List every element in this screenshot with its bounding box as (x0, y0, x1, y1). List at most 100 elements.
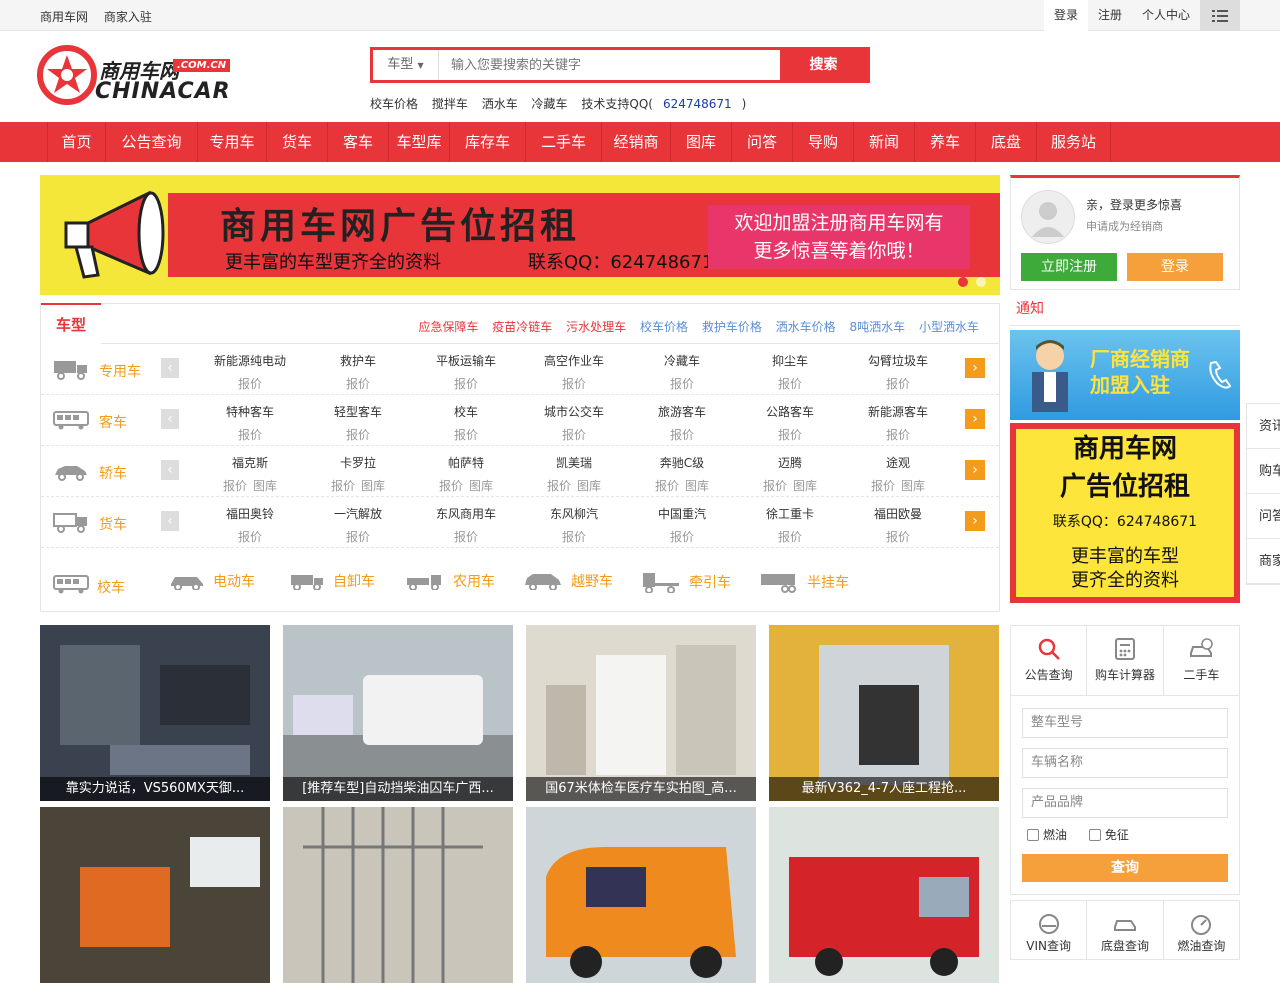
category-item[interactable]: 中国重汽 报价 (628, 497, 736, 548)
category-suv[interactable]: 越野车 (523, 571, 613, 591)
photo-card[interactable]: [推荐车型]自动挡柴油囚车广西... (283, 625, 513, 801)
category-item[interactable]: 城市公交车 报价 (520, 395, 628, 446)
hotword[interactable]: 搅拌车 (432, 97, 468, 111)
nav-item-announcement[interactable]: 公告查询 (105, 122, 197, 162)
quick-link[interactable]: 小型洒水车 (919, 320, 979, 334)
category-item[interactable]: 帕萨特 报价 图库 (412, 446, 520, 497)
category-item-link[interactable]: 报价 (547, 479, 571, 493)
menu-icon[interactable] (1200, 0, 1240, 31)
category-item[interactable]: 凯美瑞 报价 图库 (520, 446, 628, 497)
category-item-name[interactable]: 迈腾 (736, 454, 844, 471)
category-item[interactable]: 卡罗拉 报价 图库 (304, 446, 412, 497)
category-item-link[interactable]: 报价 (223, 479, 247, 493)
category-item[interactable]: 抑尘车 报价 (736, 344, 844, 395)
category-item[interactable]: 福田欧曼 报价 (844, 497, 952, 548)
category-item-name[interactable]: 徐工重卡 (736, 505, 844, 522)
category-item[interactable]: 冷藏车 报价 (628, 344, 736, 395)
brand-field[interactable]: 产品品牌 (1022, 788, 1228, 818)
category-item[interactable]: 新能源客车 报价 (844, 395, 952, 446)
category-item-name[interactable]: 旅游客车 (628, 403, 736, 420)
category-item-link[interactable]: 报价 (886, 530, 910, 544)
category-item-name[interactable]: 城市公交车 (520, 403, 628, 420)
category-item-name[interactable]: 卡罗拉 (304, 454, 412, 471)
hotword[interactable]: 校车价格 (370, 97, 418, 111)
category-item-link[interactable]: 报价 (778, 428, 802, 442)
category-item-link[interactable]: 报价 (346, 428, 370, 442)
category-item-name[interactable]: 东风柳汽 (520, 505, 628, 522)
category-item-link[interactable]: 报价 (238, 428, 262, 442)
nav-item-qa[interactable]: 问答 (731, 122, 792, 162)
category-item-link[interactable]: 报价 (454, 377, 478, 391)
category-item-name[interactable]: 高空作业车 (520, 352, 628, 369)
category-item-link[interactable]: 报价 (670, 428, 694, 442)
category-item[interactable]: 东风商用车 报价 (412, 497, 520, 548)
nav-item-chassis[interactable]: 底盘 (975, 122, 1036, 162)
category-item-link[interactable]: 报价 (886, 428, 910, 442)
personal-center-link[interactable]: 个人中心 (1132, 0, 1200, 31)
category-item-link[interactable]: 报价 (763, 479, 787, 493)
side-item-news[interactable]: 资讯 (1247, 404, 1280, 449)
ad-banner[interactable]: 商用车网广告位招租 更丰富的车型更齐全的资料 联系QQ：624748671 欢迎… (40, 175, 1000, 295)
category-item-link[interactable]: 报价 (454, 428, 478, 442)
prev-arrow-icon[interactable]: ‹ (161, 358, 179, 378)
category-item-name[interactable]: 途观 (844, 454, 952, 471)
exempt-checkbox[interactable]: 免征 (1088, 828, 1129, 842)
category-item[interactable]: 福克斯报价 图库 (196, 446, 304, 497)
category-item-name[interactable]: 奔驰C级 (628, 454, 736, 471)
topbar-link-merchant[interactable]: 商家入驻 (104, 10, 152, 24)
fuel-query[interactable]: 燃油查询 (1164, 901, 1239, 959)
vin-query[interactable]: VIN查询 (1011, 901, 1088, 959)
category-item-link[interactable]: 报价 (670, 377, 694, 391)
dealer-apply-link[interactable]: 申请成为经销商 (1086, 218, 1163, 234)
category-item[interactable]: 途观 报价 图库 (844, 446, 952, 497)
hotword[interactable]: 洒水车 (482, 97, 518, 111)
next-arrow-icon[interactable]: › (965, 460, 985, 480)
quick-link[interactable]: 救护车价格 (702, 320, 762, 334)
category-electric[interactable]: 电动车 (169, 571, 255, 591)
tab-announcement-query[interactable]: 公告查询 (1011, 626, 1088, 695)
category-row-name[interactable]: 专用车 (99, 361, 141, 381)
fuel-checkbox[interactable]: 燃油 (1027, 828, 1067, 842)
login-link[interactable]: 登录 (1043, 0, 1088, 31)
next-arrow-icon[interactable]: › (965, 511, 985, 531)
quick-link[interactable]: 8吨洒水车 (850, 320, 906, 334)
notice-heading[interactable]: 通知 (1010, 296, 1240, 326)
category-item[interactable]: 平板运输车 报价 (412, 344, 520, 395)
category-item-link[interactable]: 报价 (439, 479, 463, 493)
category-item[interactable]: 一汽解放 报价 (304, 497, 412, 548)
category-item-name[interactable]: 新能源纯电动 (196, 352, 304, 369)
carousel-dot[interactable] (958, 277, 968, 287)
category-item-name[interactable]: 福克斯 (196, 454, 304, 471)
category-item-link[interactable]: 报价 (871, 479, 895, 493)
tab-used-car[interactable]: 二手车 (1164, 626, 1239, 695)
tab-calculator[interactable]: 购车计算器 (1087, 626, 1164, 695)
photo-card[interactable]: 靠实力说话，VS560MX天御... (40, 625, 270, 801)
dealer-ad[interactable]: 厂商经销商 加盟入驻 (1010, 330, 1240, 420)
category-item-link[interactable]: 报价 (346, 530, 370, 544)
topbar-link-home[interactable]: 商用车网 (40, 10, 88, 24)
category-item[interactable]: 救护车 报价 (304, 344, 412, 395)
side-item-buy[interactable]: 购车 (1247, 449, 1280, 494)
category-item[interactable]: 旅游客车 报价 (628, 395, 736, 446)
category-item-link[interactable]: 报价 (562, 530, 586, 544)
category-item-link[interactable]: 报价 (886, 377, 910, 391)
nav-item-truck[interactable]: 货车 (266, 122, 327, 162)
next-arrow-icon[interactable]: › (965, 409, 985, 429)
category-item-link[interactable]: 报价 (454, 530, 478, 544)
category-item-name[interactable]: 抑尘车 (736, 352, 844, 369)
category-item-name[interactable]: 救护车 (304, 352, 412, 369)
model-number-field[interactable]: 整车型号 (1022, 708, 1228, 738)
quick-link[interactable]: 污水处理车 (566, 320, 626, 334)
category-item-link[interactable]: 报价 (238, 530, 262, 544)
category-item-link[interactable]: 报价 (778, 377, 802, 391)
vehicle-name-field[interactable]: 车辆名称 (1022, 748, 1228, 778)
photo-card[interactable]: 国67米体检车医疗车实拍图_高... (526, 625, 756, 801)
category-item-name[interactable]: 冷藏车 (628, 352, 736, 369)
category-item-link[interactable]: 报价 (670, 530, 694, 544)
category-item-link[interactable]: 图库 (253, 479, 277, 493)
nav-item-gallery[interactable]: 图库 (670, 122, 731, 162)
category-item-link[interactable]: 报价 (562, 428, 586, 442)
category-item-name[interactable]: 帕萨特 (412, 454, 520, 471)
category-item-name[interactable]: 一汽解放 (304, 505, 412, 522)
search-button[interactable]: 搜索 (780, 50, 867, 80)
